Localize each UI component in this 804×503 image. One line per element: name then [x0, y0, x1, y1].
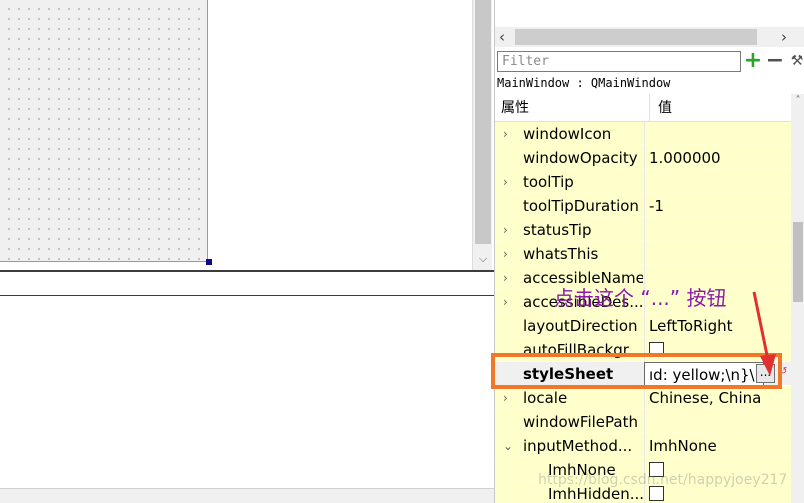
property-value[interactable]: 1.000000 — [644, 146, 791, 170]
watermark: https://blog.csdn.net/happyjoey217 — [538, 472, 788, 488]
property-name: toolTipDuration — [523, 197, 639, 215]
object-inspector-scrollbar[interactable]: ‹ › — [495, 27, 804, 47]
property-table-scrollbar[interactable]: ˄ — [791, 94, 804, 503]
property-row[interactable]: ⌄ inputMethod... ImhNone — [495, 434, 791, 458]
property-column-header[interactable]: 属性 — [501, 94, 529, 122]
value-column-header[interactable]: 值 — [649, 94, 791, 122]
property-name: whatsThis — [523, 245, 599, 263]
property-value[interactable] — [644, 170, 791, 194]
property-value[interactable]: Chinese, China — [644, 386, 791, 410]
property-name: layoutDirection — [523, 317, 638, 335]
property-editor-panel: ‹ › Filter + − ⚒ MainWindow : QMainWindo… — [494, 0, 804, 503]
property-name: toolTip — [523, 173, 574, 191]
property-name: windowOpacity — [523, 149, 638, 167]
chevron-down-icon[interactable]: ⌵ — [473, 250, 493, 268]
property-toolbar: Filter + − ⚒ — [495, 49, 804, 73]
property-row[interactable]: › windowIcon — [495, 122, 791, 146]
property-row[interactable]: toolTipDuration -1 — [495, 194, 791, 218]
add-property-button[interactable]: + — [743, 48, 763, 73]
property-value[interactable]: ImhNone — [644, 434, 791, 458]
object-inspector-scrollbar-thumb[interactable] — [515, 29, 757, 45]
chevron-right-icon[interactable]: › — [503, 170, 515, 194]
property-row[interactable]: windowFilePath — [495, 410, 791, 434]
property-name: windowIcon — [523, 125, 612, 143]
value-column-label: 值 — [658, 100, 672, 116]
property-value[interactable] — [644, 242, 791, 266]
property-row[interactable]: › statusTip — [495, 218, 791, 242]
property-name: locale — [523, 389, 568, 407]
wrench-icon: ⚒ — [790, 53, 804, 69]
panel-strip — [0, 272, 494, 296]
chevron-down-icon[interactable]: ⌄ — [503, 434, 515, 458]
chevron-left-icon[interactable]: ‹ — [499, 27, 505, 47]
configure-button[interactable]: ⚒ — [787, 51, 804, 72]
form-canvas-area[interactable] — [0, 0, 472, 270]
remove-property-button[interactable]: − — [765, 48, 785, 73]
property-row[interactable]: › whatsThis — [495, 242, 791, 266]
object-class-label: MainWindow : QMainWindow — [497, 76, 671, 90]
canvas-vertical-scrollbar[interactable]: ⌵ — [472, 0, 492, 270]
chevron-right-icon[interactable]: › — [503, 218, 515, 242]
annotation-arrow-icon — [752, 291, 776, 376]
form-grid[interactable] — [0, 0, 208, 262]
property-name: statusTip — [523, 221, 592, 239]
chevron-right-icon[interactable]: › — [503, 386, 515, 410]
property-value[interactable] — [644, 410, 791, 434]
bottom-bar — [0, 488, 494, 503]
property-name: windowFilePath — [523, 413, 638, 431]
chevron-right-icon[interactable]: › — [503, 290, 515, 314]
lower-panel — [0, 297, 494, 487]
annotation-text: 点击这个 “...” 按钮 — [554, 286, 727, 310]
chevron-up-icon[interactable]: ˄ — [791, 94, 804, 108]
chevron-right-icon[interactable]: › — [503, 266, 515, 290]
property-row[interactable]: › toolTip — [495, 170, 791, 194]
property-value[interactable] — [644, 218, 791, 242]
property-value[interactable]: -1 — [644, 194, 791, 218]
property-value[interactable] — [644, 122, 791, 146]
minus-icon: − — [765, 48, 785, 73]
property-name: inputMethod... — [523, 437, 633, 455]
plus-icon: + — [743, 48, 763, 73]
chevron-right-icon[interactable]: › — [503, 122, 515, 146]
filter-input[interactable]: Filter — [497, 51, 741, 72]
property-row[interactable]: windowOpacity 1.000000 — [495, 146, 791, 170]
resize-handle[interactable] — [206, 259, 212, 265]
highlight-box — [491, 353, 782, 389]
property-table-header: 属性 值 — [495, 94, 791, 122]
chevron-right-icon[interactable]: › — [781, 27, 787, 47]
property-table-scrollbar-thumb[interactable] — [793, 222, 803, 302]
chevron-right-icon[interactable]: › — [503, 242, 515, 266]
property-row[interactable]: › locale Chinese, China — [495, 386, 791, 410]
canvas-scrollbar-thumb[interactable] — [475, 0, 491, 244]
